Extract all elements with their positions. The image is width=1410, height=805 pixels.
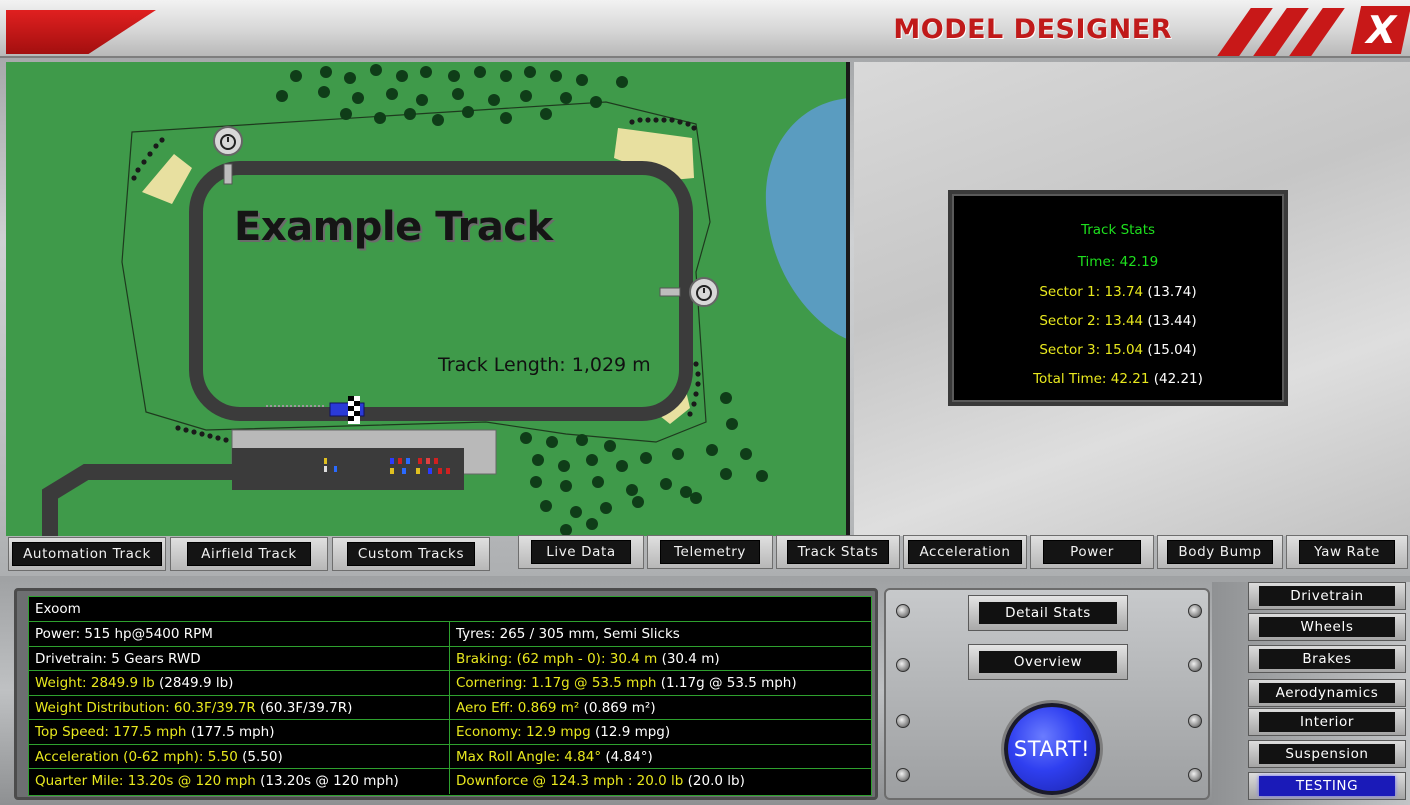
car-info-table: Exoom Power: 515 hp@5400 RPM Tyres: 265 /… (28, 596, 872, 796)
stat-value: Max Roll Angle: 4.84° (456, 748, 602, 765)
screw-icon (896, 714, 910, 728)
header-red-accent (6, 10, 156, 54)
stat-value: Economy: 12.9 mpg (456, 724, 591, 740)
table-row: Drivetrain: 5 Gears RWD Braking: (62 mph … (29, 646, 873, 671)
checkered-flag-icon (348, 396, 360, 424)
stat-cell: Drivetrain: 5 Gears RWD (29, 646, 450, 670)
table-row: Weight Distribution: 60.3F/39.7R (60.3F/… (29, 695, 873, 720)
stat-value: Weight Distribution: 60.3F/39.7R (35, 699, 256, 716)
car-name: Exoom (29, 597, 871, 622)
stat-cell: Acceleration (0-62 mph): 5.50 (5.50) (29, 744, 450, 768)
tab-airfield-track[interactable]: Airfield Track (170, 537, 328, 571)
side-menu-item-drivetrain[interactable]: Drivetrain (1248, 582, 1406, 610)
sector-2-stat: Sector 2: 13.44 (13.44) (1039, 313, 1197, 329)
stat-value: Downforce @ 124.3 mph : 20.0 lb (456, 773, 684, 789)
tab-power[interactable]: Power (1030, 535, 1154, 569)
stat-value: Cornering: 1.17g @ 53.5 mph (456, 675, 657, 691)
stat-value: Top Speed: 177.5 mph (35, 724, 187, 740)
stat-cell: Cornering: 1.17g @ 53.5 mph (1.17g @ 53.… (450, 671, 873, 695)
stat-cell: Downforce @ 124.3 mph : 20.0 lb (20.0 lb… (450, 769, 873, 794)
tab-body-bump[interactable]: Body Bump (1157, 535, 1283, 569)
stat-cell: Max Roll Angle: 4.84° (4.84°) (450, 745, 873, 769)
stat-cell: Economy: 12.9 mpg (12.9 mpg) (450, 720, 873, 744)
side-menu-item-brakes[interactable]: Brakes (1248, 645, 1406, 673)
track-stats-box: Track Stats Time: 42.19 Sector 1: 13.74 … (948, 190, 1288, 406)
detail-stats-button[interactable]: Detail Stats (968, 595, 1128, 631)
tab-yaw-rate[interactable]: Yaw Rate (1286, 535, 1408, 569)
screw-icon (1188, 768, 1202, 782)
stat-reference: (60.3F/39.7R) (255, 699, 353, 716)
stat-reference: (4.84°) (601, 748, 653, 765)
stat-value: Braking: (62 mph - 0): 30.4 m (456, 650, 658, 667)
screw-icon (1188, 604, 1202, 618)
tab-acceleration[interactable]: Acceleration (903, 535, 1027, 569)
table-row: Acceleration (0-62 mph): 5.50 (5.50) Max … (29, 744, 873, 769)
screw-icon (896, 768, 910, 782)
sector-3-stat: Sector 3: 15.04 (15.04) (1039, 342, 1197, 358)
sand-trap (142, 154, 192, 204)
screw-icon (896, 658, 910, 672)
stat-cell: Power: 515 hp@5400 RPM (29, 622, 450, 646)
stats-area: Track Stats Time: 42.19 Sector 1: 13.74 … (854, 62, 1410, 536)
track-length-label: Track Length: 1,029 m (438, 354, 651, 376)
track-map-graphic (42, 64, 846, 536)
stat-cell: Tyres: 265 / 305 mm, Semi Slicks (450, 622, 873, 646)
side-menu-item-interior[interactable]: Interior (1248, 708, 1406, 736)
tab-telemetry[interactable]: Telemetry (647, 535, 773, 569)
stat-value: Acceleration (0-62 mph): 5.50 (35, 748, 238, 765)
table-row: Weight: 2849.9 lb (2849.9 lb) Cornering: … (29, 671, 871, 696)
close-button[interactable]: X (1350, 6, 1410, 54)
stat-value: Quarter Mile: 13.20s @ 120 mph (35, 773, 256, 789)
time-stat: Time: 42.19 (1077, 254, 1159, 270)
stat-cell: Top Speed: 177.5 mph (177.5 mph) (29, 720, 450, 744)
stat-cell: Weight: 2849.9 lb (2849.9 lb) (29, 671, 450, 695)
total-time-stat: Total Time: 42.21 (42.21) (1033, 371, 1203, 387)
stat-reference: (30.4 m) (657, 650, 720, 667)
stat-value: Aero Eff: 0.869 m² (456, 699, 580, 716)
stat-cell: Aero Eff: 0.869 m² (0.869 m²) (450, 696, 873, 720)
start-button[interactable]: START! (1004, 703, 1100, 795)
tab-track-stats[interactable]: Track Stats (776, 535, 900, 569)
side-menu-item-aerodynamics[interactable]: Aerodynamics (1248, 679, 1406, 707)
track-map: Example Track Track Length: 1,029 m (6, 62, 850, 536)
stat-reference: (12.9 mpg) (590, 724, 671, 740)
stat-value: Tyres: 265 / 305 mm, Semi Slicks (456, 626, 680, 642)
stat-cell: Weight Distribution: 60.3F/39.7R (60.3F/… (29, 695, 450, 719)
table-row: Top Speed: 177.5 mph (177.5 mph) Economy:… (29, 720, 871, 745)
stat-reference: (0.869 m²) (579, 699, 656, 716)
overview-button[interactable]: Overview (968, 644, 1128, 680)
stat-reference: (177.5 mph) (186, 724, 275, 740)
page-title: MODEL DESIGNER (893, 14, 1172, 45)
track-name-label: Example Track (234, 204, 553, 250)
tab-live-data[interactable]: Live Data (518, 535, 644, 569)
stat-value: Drivetrain: 5 Gears RWD (35, 650, 201, 667)
screw-icon (1188, 714, 1202, 728)
side-menu-item-suspension[interactable]: Suspension (1248, 740, 1406, 768)
stat-reference: (1.17g @ 53.5 mph) (656, 675, 797, 691)
lake (765, 98, 846, 339)
table-row: Power: 515 hp@5400 RPM Tyres: 265 / 305 m… (29, 622, 871, 647)
stat-value: Weight: 2849.9 lb (35, 675, 155, 691)
stat-reference: (13.20s @ 120 mph) (255, 773, 399, 789)
tab-custom-tracks[interactable]: Custom Tracks (332, 537, 490, 571)
header-stripes (1212, 8, 1362, 56)
stat-cell: Braking: (62 mph - 0): 30.4 m (30.4 m) (450, 647, 873, 671)
sector-1-stat: Sector 1: 13.74 (13.74) (1039, 284, 1197, 300)
screw-icon (1188, 658, 1202, 672)
table-row: Quarter Mile: 13.20s @ 120 mph (13.20s @… (29, 769, 871, 794)
tab-automation-track[interactable]: Automation Track (8, 537, 166, 571)
stat-reference: (5.50) (237, 748, 283, 765)
side-menu-item-wheels[interactable]: Wheels (1248, 613, 1406, 641)
side-menu-item-testing[interactable]: TESTING (1248, 772, 1406, 800)
stat-reference: (2849.9 lb) (154, 675, 234, 691)
stat-reference: (20.0 lb) (683, 773, 745, 789)
stat-cell: Quarter Mile: 13.20s @ 120 mph (13.20s @… (29, 769, 450, 794)
title-bar: MODEL DESIGNER (0, 0, 1410, 58)
track-stats-title: Track Stats (1080, 222, 1156, 238)
stat-value: Power: 515 hp@5400 RPM (35, 626, 213, 642)
screw-icon (896, 604, 910, 618)
